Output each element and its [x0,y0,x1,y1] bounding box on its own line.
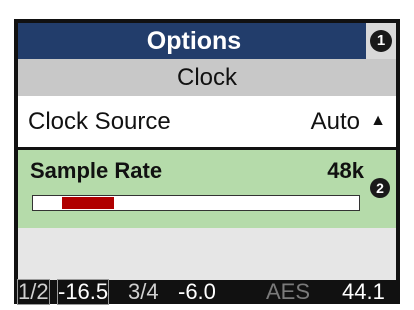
channel-3-4-label: 3/4 [128,279,159,304]
aes-rate: 44.1 [342,279,385,304]
title-bar: Options 1 [18,23,396,59]
empty-menu-area [18,228,396,280]
sample-rate-value: 48k [327,158,364,183]
channel-3-4-level: -6.0 [178,279,216,304]
device-screen: Options 1 Clock Clock Source Auto ▲ Samp… [14,19,400,305]
channel-1-2-label: 1/2 [17,279,50,305]
page-title: Options [146,27,242,55]
menu-row-sample-rate[interactable]: Sample Rate 48k 2 [18,150,396,228]
section-header: Clock [18,59,396,96]
clock-source-label: Clock Source [28,108,171,135]
sample-rate-level-bar [32,195,360,211]
step-1-badge-icon: 1 [370,30,392,52]
step-2-badge-icon: 2 [370,178,390,198]
triangle-up-icon: ▲ [370,112,386,129]
sample-rate-label: Sample Rate [30,158,163,183]
clock-source-value: Auto [310,108,360,135]
level-bar-fill [62,197,115,209]
channel-1-2-level: -16.5 [56,279,110,305]
badge-area: 1 [366,23,396,59]
status-bar: 1/2 -16.5 3/4 -6.0 AES 44.1 [17,279,396,305]
aes-label: AES [266,279,311,304]
menu-row-clock-source[interactable]: Clock Source Auto ▲ [18,96,396,147]
